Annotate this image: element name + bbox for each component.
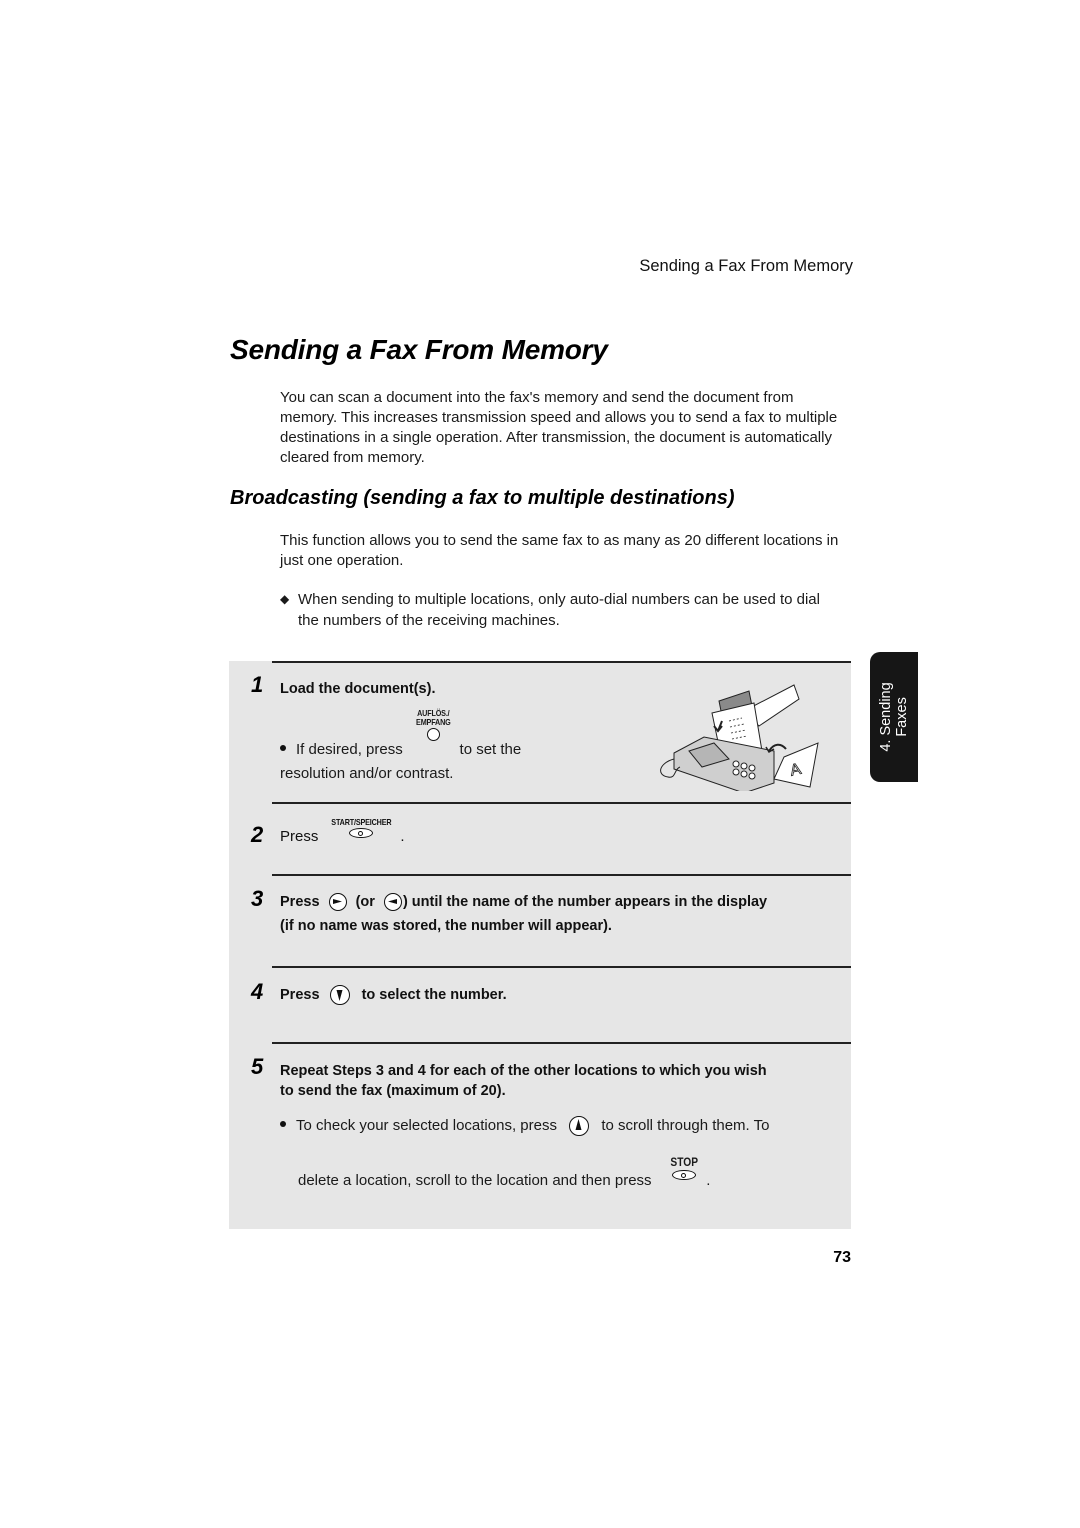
step-divider [272, 966, 851, 968]
step-text: Press START/SPEICHER . [280, 817, 405, 849]
down-arrow-key-icon [329, 985, 350, 1006]
intro-paragraph: You can scan a document into the fax's m… [280, 389, 838, 466]
steps-panel: 1 Load the document(s). If desired, pres… [229, 661, 851, 1229]
chapter-tab-line1: 4. Sending [878, 682, 894, 752]
round-button-icon [426, 728, 440, 741]
up-arrow-key-icon [569, 1116, 590, 1136]
bullet-dot-icon [280, 1121, 286, 1127]
start-key-label: START/SPEICHER [330, 816, 391, 827]
step-divider [272, 1042, 851, 1044]
start-key: START/SPEICHER [326, 816, 397, 842]
step-sub-bullet: To check your selected locations, press … [280, 1116, 769, 1136]
sub-text: . [706, 1172, 711, 1189]
sub-text: to scroll through them. To [601, 1116, 770, 1134]
step-sub-line2: resolution and/or contrast. [280, 765, 454, 782]
step-divider [272, 802, 851, 804]
step-text-post: to select the number. [361, 987, 507, 1003]
sub-text: delete a location, scroll to the locatio… [298, 1172, 652, 1189]
chapter-tab-line2: Faxes [894, 697, 910, 737]
step-divider [272, 874, 851, 876]
left-arrow-key-icon [383, 893, 402, 912]
step-number: 4 [251, 979, 264, 1004]
step-divider [272, 661, 851, 663]
page-title: Sending a Fax From Memory [230, 334, 608, 365]
step-text-line2: (if no name was stored, the number will … [280, 918, 612, 934]
start-button-icon [348, 828, 373, 838]
chapter-tab[interactable]: 4. Sending Faxes [870, 652, 918, 782]
chapter-tab-label: 4. Sending Faxes [878, 682, 910, 751]
step-text-pre: Press [280, 987, 320, 1003]
stop-key: STOP [668, 1156, 700, 1183]
sub-text: to set the [459, 741, 522, 758]
step-text-mid: (or [355, 894, 375, 910]
section-title: Broadcasting (sending a fax to multiple … [230, 487, 735, 509]
section-bullet-text: When sending to multiple locations, only… [298, 591, 820, 629]
diamond-bullet-icon: ◆ [280, 592, 290, 606]
running-header: Sending a Fax From Memory [639, 257, 853, 275]
page-number: 73 [833, 1249, 851, 1266]
step-sub-bullet: If desired, press AUFLÖS./ EMPFANG to se… [280, 709, 522, 758]
right-arrow-key-icon [328, 893, 347, 912]
step-number: 3 [251, 886, 264, 911]
step-number: 5 [251, 1054, 264, 1079]
bullet-dot-icon [280, 745, 286, 752]
key-label-line2: EMPFANG [415, 716, 451, 727]
step-text-post: . [400, 828, 405, 845]
resolution-key: AUFLÖS./ EMPFANG [413, 709, 454, 744]
step-text-line2: to send the fax (maximum of 20). [280, 1083, 506, 1099]
step-text-pre: Press [280, 828, 319, 845]
section-paragraph: This function allows you to send the sam… [280, 532, 839, 569]
sub-text: To check your selected locations, press [296, 1116, 557, 1134]
step-number: 2 [251, 822, 264, 847]
step-text: Press to select the number. [280, 983, 507, 1007]
step-sub-line2: delete a location, scroll to the locatio… [298, 1156, 711, 1189]
step-text: Press (or ) until the name of the number… [280, 890, 767, 914]
section-bullet: ◆ When sending to multiple locations, on… [280, 589, 840, 631]
step-number: 1 [251, 672, 264, 697]
step-text: Load the document(s). [280, 681, 436, 697]
step-text-pre: Press [280, 894, 320, 910]
stop-key-label: STOP [670, 1155, 698, 1169]
stop-button-icon [671, 1170, 696, 1180]
sub-text: If desired, press [296, 741, 403, 758]
fax-machine-illustration: A [660, 684, 819, 791]
step-text-post: ) until the name of the number appears i… [402, 894, 768, 910]
